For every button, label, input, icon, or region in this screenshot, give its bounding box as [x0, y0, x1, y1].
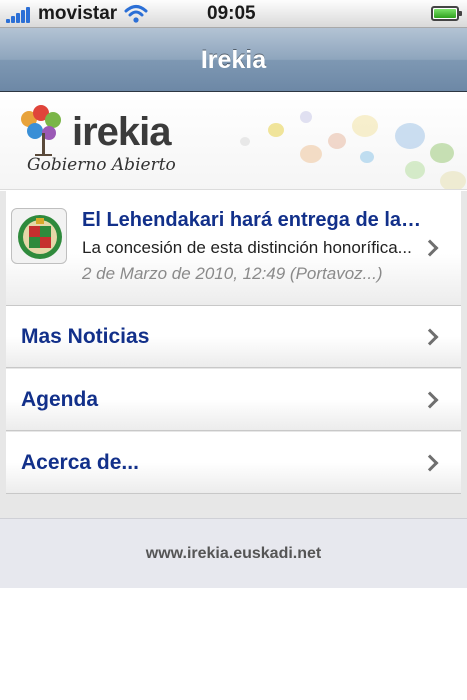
battery-level: [434, 9, 456, 18]
irekia-banner: irekia Gobierno Abierto: [0, 93, 467, 190]
decorative-bubble: [440, 171, 466, 189]
footer: www.irekia.euskadi.net: [0, 518, 467, 588]
logo-wordmark: irekia: [72, 110, 172, 154]
logo-tagline: Gobierno Abierto: [27, 155, 176, 175]
menu-item-mas-noticias[interactable]: Mas Noticias: [6, 306, 461, 368]
wifi-icon: [124, 5, 148, 23]
chevron-right-icon: [421, 239, 439, 257]
news-date: 2 de Marzo de 2010, 12:49 (Portavoz...): [82, 264, 383, 283]
signal-icon: [6, 7, 34, 23]
chevron-right-icon: [421, 328, 439, 346]
content-area: El Lehendakari hará entrega de las Medal…: [0, 191, 467, 518]
decorative-bubble: [352, 115, 378, 137]
decorative-bubble: [300, 111, 312, 123]
decorative-bubble: [360, 151, 374, 163]
menu-item-agenda[interactable]: Agenda: [6, 369, 461, 431]
nav-title: Irekia: [200, 46, 267, 74]
clock: 09:05: [207, 3, 256, 24]
carrier-name: movistar: [38, 3, 118, 24]
decorative-bubble: [300, 145, 322, 163]
decorative-bubble: [240, 137, 250, 146]
news-title: El Lehendakari hará entrega de las Medal…: [82, 209, 422, 231]
coat-of-arms-icon: [11, 208, 67, 264]
decorative-bubble: [430, 143, 454, 163]
chevron-right-icon: [421, 454, 439, 472]
status-bar: movistar 09:05: [0, 0, 467, 28]
irekia-logo-icon: [21, 105, 61, 156]
chevron-right-icon: [421, 391, 439, 409]
battery-icon: [431, 6, 462, 21]
decorative-bubble: [395, 123, 425, 149]
news-summary: La concesión de esta distinción honorífi…: [82, 238, 412, 257]
decorative-bubble: [328, 133, 346, 149]
decorative-bubble: [405, 161, 425, 179]
navigation-bar: Irekia: [0, 28, 467, 92]
decorative-bubble: [268, 123, 284, 137]
menu-item-acerca-de[interactable]: Acerca de...: [6, 432, 461, 494]
menu-item-label: Agenda: [21, 388, 99, 411]
menu-item-label: Acerca de...: [21, 451, 139, 474]
footer-link[interactable]: www.irekia.euskadi.net: [0, 519, 467, 589]
news-item[interactable]: El Lehendakari hará entrega de las Medal…: [6, 191, 461, 306]
menu-item-label: Mas Noticias: [21, 325, 150, 348]
